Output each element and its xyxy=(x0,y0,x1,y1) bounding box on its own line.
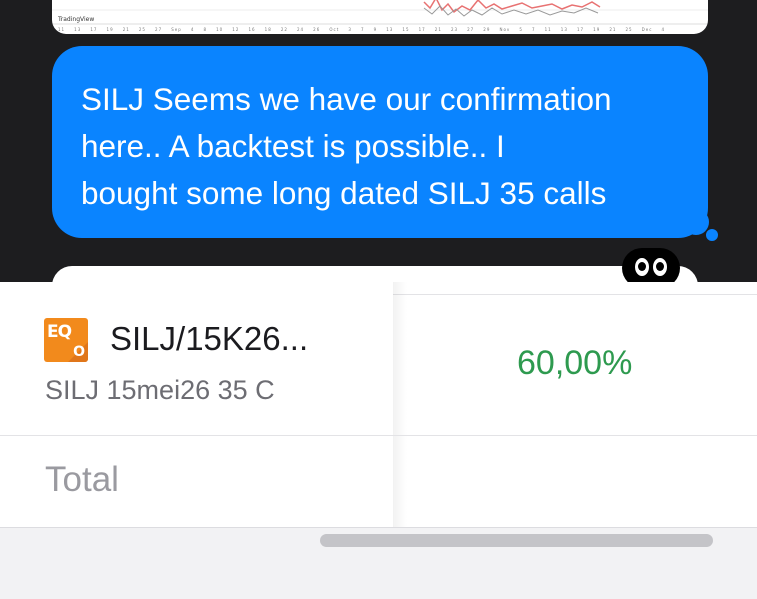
position-symbol: SILJ/15K26... xyxy=(110,320,309,357)
bubble-tail xyxy=(683,209,709,235)
row-divider xyxy=(0,435,757,436)
eyes-reaction-icon[interactable] xyxy=(622,248,680,282)
frozen-column-shadow xyxy=(393,282,407,528)
positions-table: EQ O SILJ/15K26... SILJ 15mei26 35 C 60,… xyxy=(0,282,757,528)
message-line-3: bought some long dated SILJ 35 calls xyxy=(81,175,607,211)
position-description: SILJ 15mei26 35 C xyxy=(45,375,275,405)
chart-image[interactable]: TradingView 11 13 17 19 21 25 27 Sep 4 8… xyxy=(52,0,708,34)
message-line-1: SILJ Seems we have our confirmation xyxy=(81,81,612,117)
table-bottom-border xyxy=(0,527,757,528)
message-bubble[interactable]: SILJ Seems we have our confirmation here… xyxy=(52,46,708,238)
divider xyxy=(393,294,757,295)
next-message-bubble[interactable] xyxy=(52,266,698,282)
equity-option-badge-icon: EQ O xyxy=(44,318,88,362)
chat-area: TradingView 11 13 17 19 21 25 27 Sep 4 8… xyxy=(0,0,757,282)
bubble-tail-dot xyxy=(706,229,718,241)
total-label: Total xyxy=(45,460,119,499)
position-percentage: 60,00% xyxy=(517,344,633,382)
chart-axis-ticks: 11 13 17 19 21 25 27 Sep 4 8 10 12 16 18… xyxy=(58,27,666,32)
message-line-2: here.. A backtest is possible.. I xyxy=(81,128,505,164)
horizontal-scrollbar[interactable] xyxy=(320,534,713,547)
tradingview-logo: TradingView xyxy=(58,16,95,23)
